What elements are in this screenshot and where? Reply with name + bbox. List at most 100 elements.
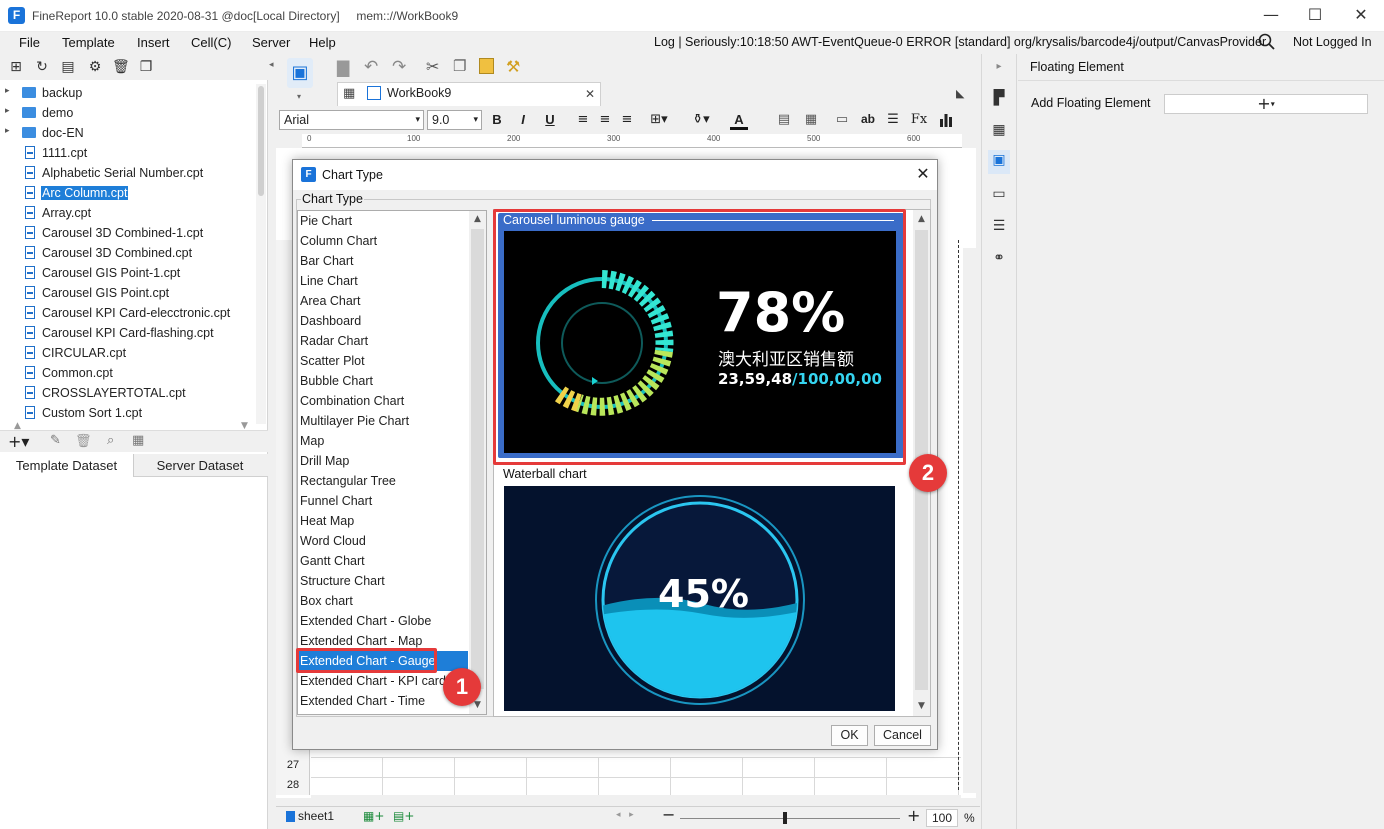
scroll-up-icon[interactable]: ▲ — [913, 211, 930, 228]
condition-attribute-icon[interactable]: ☰ — [989, 216, 1009, 236]
scroll-up-icon[interactable]: ▲ — [469, 211, 486, 228]
chart-type-item[interactable]: Extended Chart - Globe — [298, 611, 470, 631]
insert-row-icon[interactable]: ▭ — [833, 112, 851, 127]
align-center-icon[interactable]: ≡ — [596, 112, 614, 127]
chart-type-item[interactable]: Area Chart — [298, 291, 470, 311]
chart-type-item[interactable]: Line Chart — [298, 271, 470, 291]
cell-attribute-icon[interactable]: ▦ — [989, 120, 1009, 140]
chart-type-item[interactable]: Scatter Plot — [298, 351, 470, 371]
tree-file[interactable]: Carousel KPI Card-flashing.cpt — [0, 323, 264, 343]
font-color-icon[interactable]: A — [730, 112, 748, 130]
tree-file[interactable]: Carousel KPI Card-elecctronic.cpt — [0, 303, 264, 323]
merge-icon[interactable]: ▤ — [775, 112, 793, 127]
add-sheet-icon[interactable]: ▦+ — [363, 809, 384, 823]
cut-icon[interactable]: ✂ — [426, 57, 439, 76]
zoom-slider-thumb[interactable] — [783, 812, 787, 824]
tree-folder[interactable]: ▸ backup — [0, 83, 264, 103]
menu-cell[interactable]: Cell(C) — [191, 35, 231, 50]
collapse-left-icon[interactable]: ◂ — [269, 60, 274, 70]
log-message[interactable]: Log | Seriously:10:18:50 AWT-EventQueue-… — [654, 35, 1266, 49]
grid-icon[interactable]: ▦ — [343, 86, 355, 101]
menu-template[interactable]: Template — [62, 35, 115, 50]
open-template-icon[interactable]: ▤ — [60, 59, 76, 75]
chart-type-item[interactable]: Drill Map — [298, 451, 470, 471]
list-scrollbar-thumb[interactable] — [471, 229, 484, 689]
border-icon[interactable]: ⊞▾ — [650, 112, 668, 127]
tree-file[interactable]: Carousel 3D Combined-1.cpt — [0, 223, 264, 243]
menu-server[interactable]: Server — [252, 35, 290, 50]
tree-file[interactable]: 1111.cpt — [0, 143, 264, 163]
maximize-button[interactable]: ☐ — [1292, 0, 1338, 32]
zoom-out-icon[interactable]: − — [662, 805, 675, 824]
copy-cells-icon[interactable]: ❐ — [453, 57, 466, 75]
row-number[interactable]: 28 — [276, 779, 310, 791]
cell-element-icon[interactable]: ▛ — [989, 88, 1009, 108]
template-type-icon[interactable]: ▣ — [287, 58, 313, 88]
login-status[interactable]: Not Logged In — [1293, 35, 1372, 49]
cancel-button[interactable]: Cancel — [874, 725, 931, 746]
collapse-right-icon[interactable]: ▸ — [989, 57, 1009, 77]
chart-type-item[interactable]: Bubble Chart — [298, 371, 470, 391]
chart-type-item[interactable]: Bar Chart — [298, 251, 470, 271]
template-type-dropdown-icon[interactable]: ▾ — [297, 92, 301, 101]
horizontal-scrollbar[interactable] — [311, 795, 961, 805]
sheet-tab-sheet1[interactable]: sheet1 — [298, 809, 334, 823]
format-painter-icon[interactable]: ⚒ — [506, 57, 520, 76]
dataset-settings-icon[interactable]: ▦ — [132, 433, 144, 448]
menu-help[interactable]: Help — [309, 35, 336, 50]
vertical-scrollbar[interactable] — [963, 248, 976, 793]
edit-icon[interactable]: ✎ — [50, 433, 61, 448]
chart-type-item[interactable]: Combination Chart — [298, 391, 470, 411]
tab-server-dataset[interactable]: Server Dataset — [134, 454, 266, 477]
chart-type-item[interactable]: Multilayer Pie Chart — [298, 411, 470, 431]
chart-type-item[interactable]: Structure Chart — [298, 571, 470, 591]
add-floating-element-button[interactable]: +▾ — [1164, 94, 1368, 114]
chevron-right-icon[interactable]: ▸ — [5, 106, 10, 116]
tree-file[interactable]: Common.cpt — [0, 363, 264, 383]
paste-icon[interactable] — [479, 58, 494, 74]
chart-type-item[interactable]: Box chart — [298, 591, 470, 611]
hyperlink-icon[interactable]: ⚭ — [989, 248, 1009, 268]
menu-insert[interactable]: Insert — [137, 35, 170, 50]
undo-icon[interactable]: ↶ — [364, 57, 378, 77]
tree-file[interactable]: CROSSLAYERTOTAL.cpt — [0, 383, 264, 403]
close-tab-icon[interactable]: ✕ — [585, 87, 595, 101]
refresh-icon[interactable]: ↻ — [34, 59, 50, 75]
tree-folder[interactable]: ▸ demo — [0, 103, 264, 123]
chart-type-item[interactable]: Radar Chart — [298, 331, 470, 351]
copy-icon[interactable]: ❐ — [138, 59, 154, 75]
formula-icon[interactable]: Fx — [910, 112, 928, 127]
zoom-input[interactable]: 100 — [926, 809, 958, 827]
zoom-in-icon[interactable]: + — [907, 806, 920, 825]
chart-icon[interactable] — [939, 112, 953, 127]
new-folder-icon[interactable]: ⊞ — [8, 59, 24, 75]
chart-type-item[interactable]: Word Cloud — [298, 531, 470, 551]
chart-type-item[interactable]: Gantt Chart — [298, 551, 470, 571]
chevron-right-icon[interactable]: ▸ — [5, 86, 10, 96]
preview-icon[interactable]: ⌕ — [107, 433, 114, 448]
unmerge-icon[interactable]: ▦ — [802, 112, 820, 127]
text-icon[interactable]: ab — [859, 112, 877, 126]
underline-icon[interactable]: U — [541, 112, 559, 127]
ok-button[interactable]: OK — [831, 725, 868, 746]
bold-icon[interactable]: B — [488, 112, 506, 127]
grid-cells[interactable] — [311, 757, 961, 797]
delete-icon[interactable]: 🗑 — [112, 59, 130, 75]
minimize-button[interactable]: — — [1248, 0, 1294, 32]
floating-element-icon[interactable]: ▣ — [988, 150, 1010, 174]
tree-file[interactable]: Array.cpt — [0, 203, 264, 223]
font-size-select[interactable]: 9.0 ▾ — [427, 110, 482, 130]
tree-file[interactable]: Carousel 3D Combined.cpt — [0, 243, 264, 263]
tree-file[interactable]: CIRCULAR.cpt — [0, 343, 264, 363]
menu-file[interactable]: File — [19, 35, 40, 50]
tree-file[interactable]: Arc Column.cpt — [0, 183, 264, 203]
tab-workbook9[interactable]: WorkBook9 — [387, 86, 451, 100]
widget-settings-icon[interactable]: ▭ — [989, 184, 1009, 204]
tree-file[interactable]: Custom Sort 1.cpt — [0, 403, 264, 423]
search-icon[interactable] — [1258, 33, 1276, 51]
settings-icon[interactable]: ⚙ — [87, 59, 103, 75]
align-left-icon[interactable]: ≡ — [574, 112, 592, 127]
scroll-down-icon[interactable]: ▼ — [913, 698, 930, 715]
italic-icon[interactable]: I — [514, 112, 532, 127]
chart-type-item[interactable]: Pie Chart — [298, 211, 470, 231]
